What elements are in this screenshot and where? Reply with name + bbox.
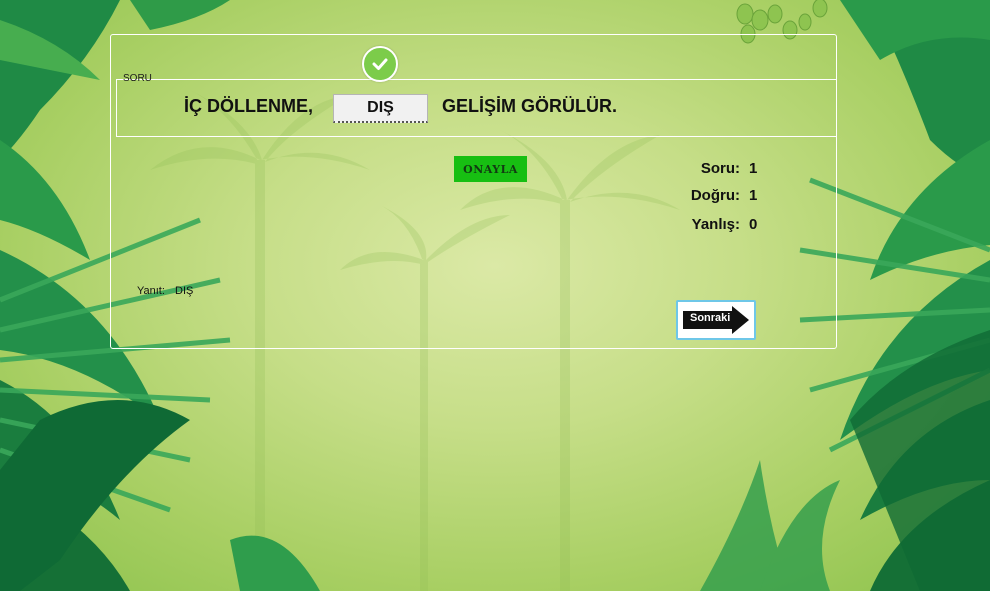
answer-caption: Yanıt:: [137, 285, 165, 297]
correct-count-value: 1: [749, 187, 758, 204]
question-count-value: 1: [749, 160, 758, 177]
question-group-label: SORU: [123, 73, 152, 84]
question-text-end: GELİŞİM GÖRÜLÜR.: [442, 96, 617, 116]
right-arrow-icon: Sonraki: [682, 306, 750, 334]
check-circle-icon: [362, 46, 398, 82]
question-text-start: İÇ DÖLLENME,: [184, 96, 313, 116]
next-button-label: Sonraki: [690, 312, 731, 324]
answer-input[interactable]: DIŞ: [333, 94, 428, 123]
wrong-count-label: Yanlış:: [691, 216, 740, 233]
next-button[interactable]: Sonraki: [676, 300, 756, 340]
question-count-label: Soru:: [700, 160, 740, 177]
answer-echo-value: DIŞ: [175, 285, 194, 297]
correct-count-label: Doğru:: [690, 187, 740, 204]
confirm-button[interactable]: ONAYLA: [454, 156, 527, 182]
wrong-count-value: 0: [749, 216, 758, 233]
